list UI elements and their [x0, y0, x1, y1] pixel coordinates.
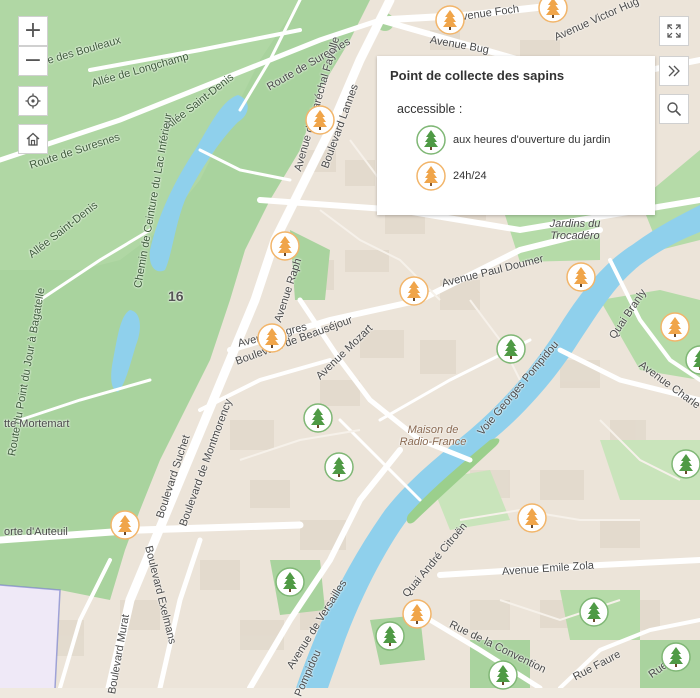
- green-tree-icon: [416, 125, 446, 155]
- orange-tree-icon: [399, 276, 429, 306]
- tree-collection-marker-garden[interactable]: [303, 403, 333, 433]
- tree-collection-marker-24h[interactable]: [435, 5, 465, 35]
- green-tree-icon: [661, 642, 691, 672]
- label-maison-radio-france: Maison de Radio-France: [399, 424, 467, 448]
- tree-collection-marker-24h[interactable]: [402, 599, 432, 629]
- tree-collection-marker-24h[interactable]: [270, 231, 300, 261]
- search-icon: [667, 102, 682, 117]
- legend-item-orange: 24h/24: [416, 161, 642, 191]
- tree-collection-marker-24h[interactable]: [517, 503, 547, 533]
- tree-collection-marker-garden[interactable]: [275, 567, 305, 597]
- home-button[interactable]: [18, 124, 48, 154]
- fullscreen-button[interactable]: [659, 16, 689, 46]
- label-district-16: 16: [168, 288, 184, 304]
- tree-collection-marker-garden[interactable]: [324, 452, 354, 482]
- orange-tree-icon: [270, 231, 300, 261]
- green-tree-icon: [496, 334, 526, 364]
- tree-collection-marker-garden[interactable]: [685, 345, 700, 375]
- green-tree-icon: [488, 660, 518, 690]
- minus-icon: −: [23, 48, 43, 73]
- collapse-panel-button[interactable]: [659, 56, 689, 86]
- double-chevron-right-icon: [668, 65, 680, 77]
- legend-item-orange-label: 24h/24: [453, 170, 487, 182]
- tree-collection-marker-garden[interactable]: [661, 642, 691, 672]
- locate-icon: [25, 93, 41, 109]
- orange-tree-icon: [257, 323, 287, 353]
- tree-collection-marker-garden[interactable]: [579, 597, 609, 627]
- green-tree-icon: [303, 403, 333, 433]
- orange-tree-icon: [435, 5, 465, 35]
- tree-collection-marker-garden[interactable]: [488, 660, 518, 690]
- tree-collection-marker-24h[interactable]: [566, 262, 596, 292]
- orange-tree-icon: [110, 510, 140, 540]
- tree-collection-marker-garden[interactable]: [375, 621, 405, 651]
- tree-collection-marker-garden[interactable]: [671, 449, 700, 479]
- search-button[interactable]: [659, 94, 689, 124]
- orange-tree-icon: [538, 0, 568, 23]
- label-jardins-trocadero: Jardins du Trocadéro: [549, 218, 601, 242]
- orange-tree-icon: [566, 262, 596, 292]
- tree-collection-marker-24h[interactable]: [305, 105, 335, 135]
- expand-icon: [667, 24, 681, 38]
- zoom-out-button[interactable]: −: [18, 46, 48, 76]
- tree-collection-marker-24h[interactable]: [110, 510, 140, 540]
- tree-collection-marker-24h[interactable]: [538, 0, 568, 23]
- tree-collection-marker-24h[interactable]: [399, 276, 429, 306]
- orange-tree-icon: [660, 312, 690, 342]
- green-tree-icon: [671, 449, 700, 479]
- plus-icon: +: [23, 18, 43, 43]
- orange-tree-icon: [305, 105, 335, 135]
- green-tree-icon: [324, 452, 354, 482]
- tree-collection-marker-garden[interactable]: [496, 334, 526, 364]
- zoom-in-button[interactable]: +: [18, 16, 48, 46]
- home-icon: [26, 132, 40, 146]
- legend-panel: Point de collecte des sapins accessible …: [377, 56, 655, 215]
- orange-tree-icon: [517, 503, 547, 533]
- legend-item-green-label: aux heures d'ouverture du jardin: [453, 134, 611, 146]
- tree-collection-marker-24h[interactable]: [257, 323, 287, 353]
- legend-item-green: aux heures d'ouverture du jardin: [416, 125, 642, 155]
- legend-title: Point de collecte des sapins: [390, 68, 565, 83]
- orange-tree-icon: [416, 161, 446, 191]
- green-tree-icon: [579, 597, 609, 627]
- legend-subtitle: accessible :: [397, 102, 463, 116]
- green-tree-icon: [375, 621, 405, 651]
- label-porte-auteuil: orte d'Auteuil: [4, 526, 68, 538]
- locate-button[interactable]: [18, 86, 48, 116]
- label-butte-mortemart: tte Mortemart: [4, 418, 70, 430]
- green-tree-icon: [685, 345, 700, 375]
- green-tree-icon: [275, 567, 305, 597]
- tree-collection-marker-24h[interactable]: [660, 312, 690, 342]
- orange-tree-icon: [402, 599, 432, 629]
